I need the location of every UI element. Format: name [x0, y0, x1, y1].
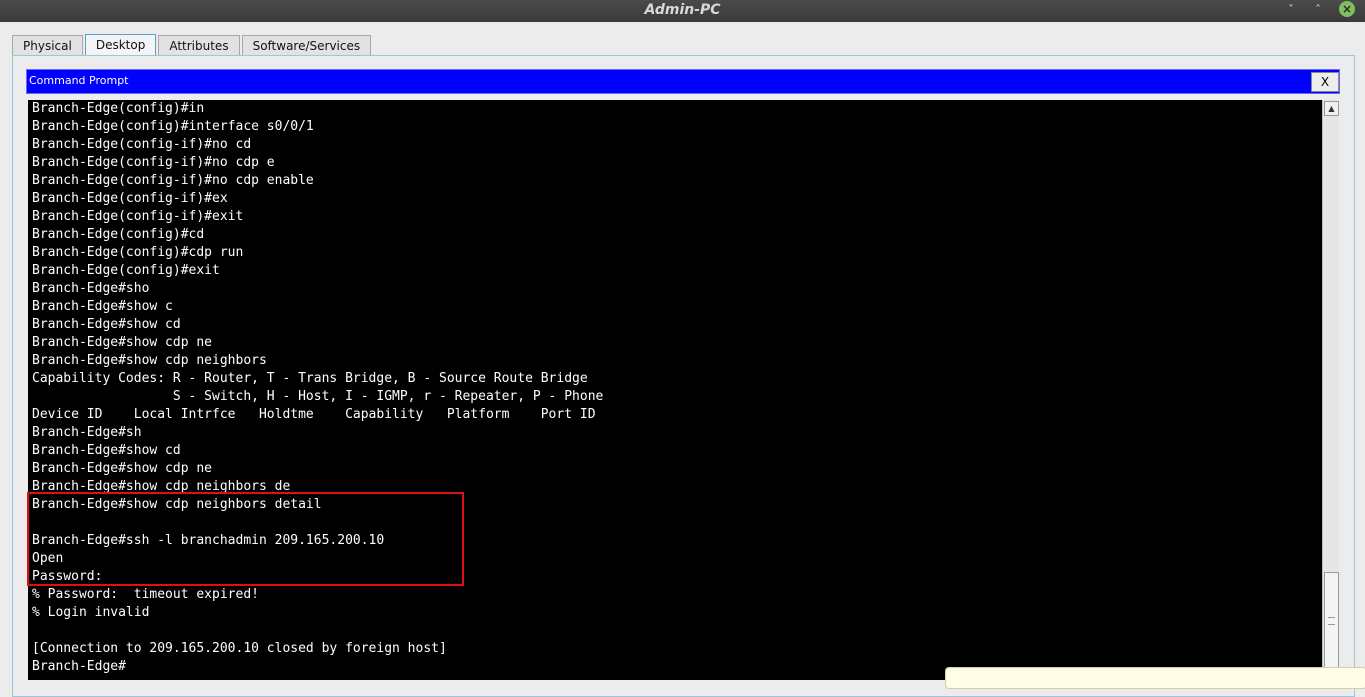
tab-physical[interactable]: Physical: [12, 35, 83, 55]
terminal-line: Branch-Edge#sh: [32, 425, 142, 440]
terminal-line: Branch-Edge(config-if)#exit: [32, 209, 244, 224]
terminal-line: Branch-Edge#show cdp ne: [32, 335, 213, 350]
tab-software-services[interactable]: Software/Services: [241, 35, 372, 55]
terminal-line: Branch-Edge(config-if)#no cdp enable: [32, 173, 314, 188]
terminal-line: Branch-Edge(config)#exit: [32, 263, 220, 278]
terminal-line: Branch-Edge#show cdp neighbors: [32, 353, 267, 368]
terminal-line: [Connection to 209.165.200.10 closed by …: [32, 641, 447, 656]
terminal-line: S - Switch, H - Host, I - IGMP, r - Repe…: [32, 389, 604, 404]
window-title: Admin-PC: [644, 2, 721, 18]
terminal-line: Branch-Edge(config)#in: [32, 101, 205, 116]
terminal-line: Branch-Edge(config)#cdp run: [32, 245, 244, 260]
terminal-line: Branch-Edge#show cd: [32, 443, 181, 458]
terminal-line: Branch-Edge#ssh -l branchadmin 209.165.2…: [32, 533, 385, 548]
terminal-line: Branch-Edge(config-if)#no cd: [32, 137, 252, 152]
terminal-line: Branch-Edge(config-if)#no cdp e: [32, 155, 275, 170]
terminal-line: Branch-Edge#show cdp neighbors de: [32, 479, 291, 494]
scrollbar-thumb[interactable]: [1324, 572, 1339, 669]
terminal-line: % Password: timeout expired!: [32, 587, 259, 602]
terminal-lines: Branch-Edge(config)#in Branch-Edge(confi…: [32, 100, 603, 676]
command-prompt-close-button[interactable]: X: [1311, 72, 1339, 92]
terminal-line: Branch-Edge#show c: [32, 299, 173, 314]
terminal-line: Branch-Edge#show cdp ne: [32, 461, 213, 476]
terminal-line: % Login invalid: [32, 605, 150, 620]
maximize-icon[interactable]: ˆ: [1309, 1, 1327, 19]
terminal-line: Branch-Edge(config)#cd: [32, 227, 205, 242]
close-icon[interactable]: ×: [1339, 1, 1355, 17]
terminal-line: Branch-Edge#show cdp neighbors detail: [32, 497, 322, 512]
terminal-scrollbar[interactable]: ▲: [1322, 100, 1339, 680]
scroll-up-icon[interactable]: ▲: [1324, 101, 1339, 116]
window-titlebar: Admin-PC ˇ ˆ ×: [0, 0, 1365, 22]
scroll-grip-icon: [1328, 617, 1335, 625]
terminal-line: Device ID Local Intrfce Holdtme Capabili…: [32, 407, 596, 422]
terminal-output[interactable]: Branch-Edge(config)#in Branch-Edge(confi…: [28, 100, 1322, 680]
terminal-line: Branch-Edge#show cd: [32, 317, 181, 332]
tab-desktop[interactable]: Desktop: [84, 34, 157, 55]
terminal-line: Branch-Edge(config)#interface s0/0/1: [32, 119, 314, 134]
command-prompt-header: Command Prompt X: [26, 69, 1340, 94]
terminal-line: Capability Codes: R - Router, T - Trans …: [32, 371, 588, 386]
command-prompt-title: Command Prompt: [29, 74, 129, 87]
terminal-line: Password:: [32, 569, 103, 584]
minimize-icon[interactable]: ˇ: [1282, 1, 1300, 19]
terminal-line: Branch-Edge(config-if)#ex: [32, 191, 228, 206]
tooltip-popup: [945, 667, 1365, 689]
terminal-prompt-line[interactable]: Branch-Edge#: [32, 658, 603, 676]
tab-attributes[interactable]: Attributes: [158, 35, 240, 55]
device-tabs: Physical Desktop Attributes Software/Ser…: [12, 34, 373, 55]
terminal-line: Branch-Edge#sho: [32, 281, 150, 296]
terminal-line: Open: [32, 551, 64, 566]
